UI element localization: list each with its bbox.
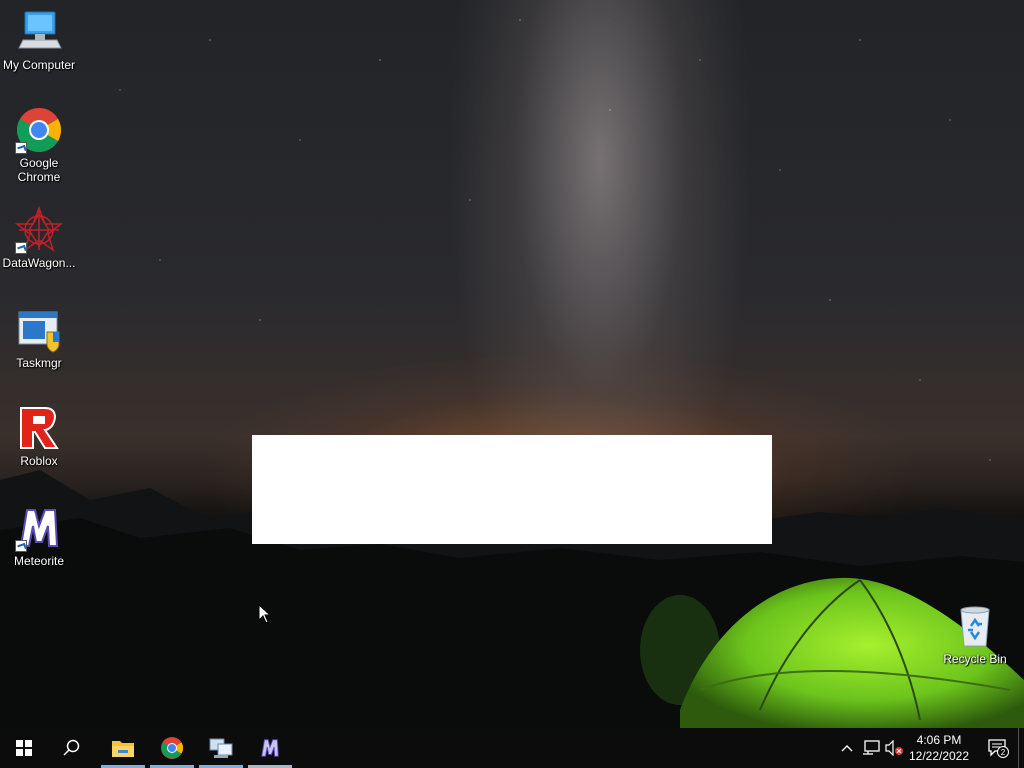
desktop-icon-label: Meteorite	[13, 554, 65, 568]
search-button[interactable]	[48, 728, 96, 768]
blank-overlay-panel	[252, 435, 772, 544]
search-icon	[63, 739, 80, 756]
chevron-up-icon	[841, 745, 853, 752]
desktop-icon-roblox[interactable]: Roblox	[1, 404, 77, 468]
desktop-icon-datawagon[interactable]: DataWagon...	[1, 206, 77, 270]
action-center-button[interactable]: 2	[980, 728, 1016, 768]
start-button[interactable]	[0, 728, 48, 768]
desktop-icon-label: My Computer	[2, 58, 76, 72]
desktop-icon-my-computer[interactable]: My Computer	[1, 8, 77, 72]
chrome-icon	[15, 106, 63, 154]
mouse-cursor-icon	[258, 604, 272, 624]
clock-time: 4:06 PM	[916, 733, 962, 747]
desktop-icon-meteorite[interactable]: Meteorite	[1, 504, 77, 568]
shortcut-arrow-icon	[15, 540, 27, 552]
datawagon-icon	[15, 206, 63, 254]
desktop-icon-label: Roblox	[20, 454, 58, 468]
taskbar-meteorite[interactable]	[246, 728, 294, 768]
recycle-bin-icon	[951, 602, 999, 650]
network-icon	[863, 740, 880, 755]
desktop-icon-recycle-bin[interactable]: Recycle Bin	[937, 602, 1013, 666]
desktop-icon-label: Google Chrome	[17, 156, 61, 184]
desktop-icon-taskmgr[interactable]: Taskmgr	[1, 306, 77, 370]
chrome-icon	[161, 737, 183, 759]
meteorite-icon	[15, 504, 63, 552]
desktop-icon-google-chrome[interactable]: Google Chrome	[1, 106, 77, 184]
taskbar-file-explorer[interactable]	[99, 728, 147, 768]
computer-icon	[15, 8, 63, 56]
meteorite-icon	[261, 739, 279, 757]
tray-chevron[interactable]	[838, 739, 856, 757]
clock-date: 12/22/2022	[908, 749, 970, 763]
action-center-icon: 2	[988, 739, 1009, 758]
desktop[interactable]: My Computer Google Chrome DataWagon... T…	[0, 0, 1024, 728]
taskbar-clock[interactable]: 4:06 PM 12/22/2022	[904, 732, 974, 764]
notification-count: 2	[1001, 748, 1006, 757]
shortcut-arrow-icon	[15, 242, 27, 254]
tray-volume[interactable]	[885, 739, 903, 757]
tray-network[interactable]	[862, 739, 880, 757]
desktop-icon-label: Recycle Bin	[943, 652, 1007, 666]
taskbar-network-app[interactable]	[197, 728, 245, 768]
roblox-icon	[15, 404, 63, 452]
volume-muted-icon	[885, 740, 903, 756]
network-app-icon	[209, 738, 233, 758]
windows-logo-icon	[16, 740, 32, 756]
taskbar-google-chrome[interactable]	[148, 728, 196, 768]
show-desktop-button[interactable]	[1018, 728, 1024, 768]
desktop-icon-label: Taskmgr	[16, 356, 62, 370]
shortcut-arrow-icon	[15, 142, 27, 154]
taskmgr-icon	[15, 306, 63, 354]
taskbar: 4:06 PM 12/22/2022 2	[0, 728, 1024, 768]
folder-icon	[112, 741, 134, 757]
desktop-icon-label: DataWagon...	[2, 256, 76, 270]
